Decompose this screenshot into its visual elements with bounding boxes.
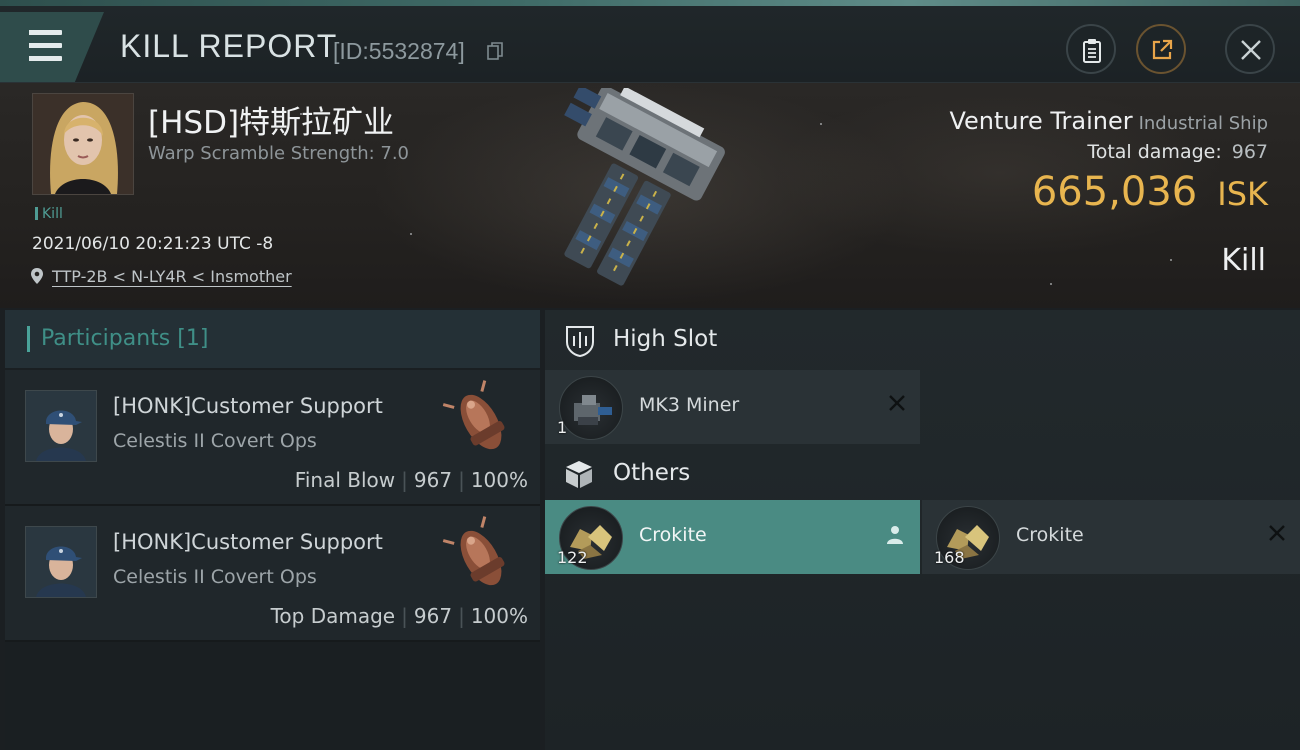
participant-name[interactable]: [HONK]Customer Support bbox=[113, 394, 383, 418]
victim-banner: [HSD]特斯拉矿业 Warp Scramble Strength: 7.0 K… bbox=[0, 83, 1300, 308]
fitting-item[interactable]: 122 Crokite bbox=[545, 500, 920, 574]
victim-ship-name[interactable]: Venture Trainer Industrial Ship bbox=[949, 107, 1268, 135]
top-bar: KILL REPORT [ID:5532874] bbox=[0, 6, 1300, 83]
kill-location[interactable]: TTP-2B < N-LY4R < Insmother bbox=[30, 267, 292, 286]
warp-scramble-strength: Warp Scramble Strength: 7.0 bbox=[148, 143, 410, 164]
participant-name[interactable]: [HONK]Customer Support bbox=[113, 530, 383, 554]
dropped-person-icon bbox=[887, 526, 903, 544]
character-portrait-icon bbox=[33, 94, 133, 194]
kill-datetime: 2021/06/10 20:21:23 UTC -8 bbox=[32, 234, 274, 254]
fitting-item[interactable]: 1 MK3 Miner bbox=[545, 370, 920, 444]
participant-ship: Celestis II Covert Ops bbox=[113, 430, 317, 452]
close-button[interactable] bbox=[1225, 24, 1275, 74]
participant-avatar[interactable] bbox=[25, 390, 97, 462]
kill-tag: Kill bbox=[35, 206, 63, 222]
participant-card[interactable]: [HONK]Customer Support Celestis II Cover… bbox=[5, 506, 540, 642]
participants-panel: Participants [1] [HONK]Customer Support … bbox=[5, 310, 540, 750]
victim-name[interactable]: [HSD]特斯拉矿业 bbox=[148, 97, 394, 142]
high-slot-header: High Slot bbox=[545, 310, 1300, 370]
pilot-portrait-icon bbox=[26, 391, 96, 461]
cargo-box-icon bbox=[566, 461, 592, 488]
destroyed-x-icon bbox=[1269, 525, 1285, 541]
page-title: KILL REPORT bbox=[120, 28, 338, 64]
copy-icon[interactable] bbox=[487, 42, 503, 60]
isk-value: 665,036 ISK bbox=[1031, 169, 1268, 215]
pilot-portrait-icon bbox=[26, 527, 96, 597]
report-id: [ID:5532874] bbox=[333, 38, 465, 64]
total-damage: Total damage: 967 bbox=[1087, 141, 1268, 163]
mining-laser-icon bbox=[559, 376, 623, 440]
participant-stats: Final Blow | 967 | 100% bbox=[294, 468, 528, 492]
victim-portrait[interactable] bbox=[32, 93, 134, 195]
participant-ship-icon bbox=[442, 516, 505, 586]
participant-card[interactable]: [HONK]Customer Support Celestis II Cover… bbox=[5, 370, 540, 506]
menu-button[interactable] bbox=[0, 12, 104, 82]
kill-type-label: Kill bbox=[1221, 243, 1266, 278]
clipboard-button[interactable] bbox=[1066, 24, 1116, 74]
victim-ship-image bbox=[564, 88, 725, 286]
destroyed-x-icon bbox=[889, 395, 905, 411]
others-header: Others bbox=[545, 444, 1300, 504]
share-icon bbox=[1152, 39, 1173, 60]
clipboard-icon bbox=[1083, 39, 1101, 63]
close-icon bbox=[1241, 40, 1261, 60]
fitting-panel: High Slot 1 MK3 Miner Others 122 Crokite… bbox=[545, 310, 1300, 750]
location-pin-icon bbox=[31, 268, 43, 284]
participant-ship-icon bbox=[442, 380, 505, 450]
high-slot-icon bbox=[566, 326, 594, 358]
participant-avatar[interactable] bbox=[25, 526, 97, 598]
share-button[interactable] bbox=[1136, 24, 1186, 74]
participant-ship: Celestis II Covert Ops bbox=[113, 566, 317, 588]
fitting-item[interactable]: 168 Crokite bbox=[922, 500, 1300, 574]
participant-stats: Top Damage | 967 | 100% bbox=[270, 604, 528, 628]
participants-header[interactable]: Participants [1] bbox=[5, 310, 540, 368]
